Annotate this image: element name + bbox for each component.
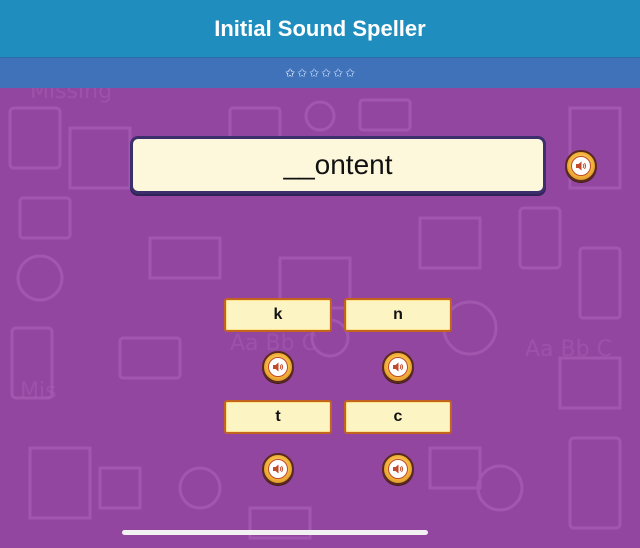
progress-star-icon: ✩ <box>308 65 320 80</box>
choice-button-c[interactable]: c <box>344 400 452 434</box>
progress-stars: ✩ ✩ ✩ ✩ ✩ ✩ <box>0 58 640 88</box>
choice-letter: t <box>275 408 281 425</box>
svg-text:Missing: Missing <box>30 88 112 104</box>
choice-button-n[interactable]: n <box>344 298 452 332</box>
progress-star-icon: ✩ <box>332 65 344 80</box>
word-display: __ontent <box>130 136 546 194</box>
choice-letter: n <box>393 306 403 323</box>
choice-sound-button-c[interactable] <box>382 453 414 485</box>
choice-letter: k <box>273 306 283 323</box>
progress-star-icon: ✩ <box>320 65 332 80</box>
speaker-icon <box>268 459 288 479</box>
speaker-icon <box>388 459 408 479</box>
home-indicator[interactable] <box>122 530 428 535</box>
svg-text:Aa Bb C: Aa Bb C <box>525 337 612 362</box>
choice-button-t[interactable]: t <box>224 400 332 434</box>
choice-sound-button-n[interactable] <box>382 351 414 383</box>
speaker-icon <box>571 156 591 176</box>
word-sound-button[interactable] <box>565 150 597 182</box>
choice-sound-button-k[interactable] <box>262 351 294 383</box>
speaker-icon <box>388 357 408 377</box>
word-text: __ontent <box>283 149 393 180</box>
choice-sound-button-t[interactable] <box>262 453 294 485</box>
choice-button-k[interactable]: k <box>224 298 332 332</box>
progress-star-icon: ✩ <box>284 65 296 80</box>
choice-letter: c <box>393 408 403 425</box>
speaker-icon <box>268 357 288 377</box>
svg-text:Mis: Mis <box>20 379 57 404</box>
title-bar: Initial Sound Speller <box>0 0 640 58</box>
play-area: Mis Aa Bb C Aa Bb C Missing __ontent k n… <box>0 88 640 548</box>
progress-star-icon: ✩ <box>344 65 356 80</box>
progress-star-icon: ✩ <box>296 65 308 80</box>
app-title: Initial Sound Speller <box>214 15 426 41</box>
